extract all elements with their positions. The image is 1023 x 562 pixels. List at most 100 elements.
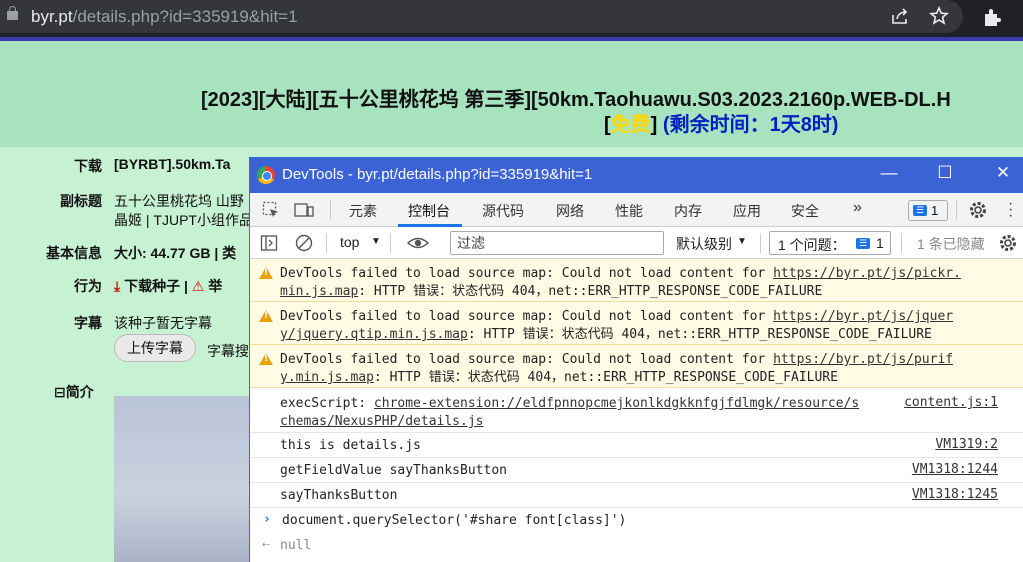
devtools-titlebar[interactable]: DevTools - byr.pt/details.php?id=335919&… xyxy=(250,157,1023,193)
size-info: 大小: 44.77 GB | 类 xyxy=(114,245,237,261)
action-separator: | xyxy=(183,278,188,294)
warning-text: DevTools failed to load source map: Coul… xyxy=(280,266,774,281)
info-label: 基本信息 xyxy=(46,245,102,261)
toolbar-separator xyxy=(326,233,327,253)
device-toolbar-icon[interactable] xyxy=(294,201,314,224)
extension-icon[interactable] xyxy=(981,6,1003,33)
more-tabs-icon[interactable]: » xyxy=(853,199,862,217)
lock-icon[interactable] xyxy=(7,6,18,20)
source-location-link[interactable]: content.js:1 xyxy=(904,395,998,410)
extension-resource-link[interactable]: chrome-extension://eldfpnnopcmejkonlkdgk… xyxy=(374,396,859,411)
action-links: ⤓ 下载种子 | ⚠ 举 xyxy=(114,276,222,296)
collapse-icon[interactable]: ⊟ xyxy=(54,384,66,400)
subtitle-line-1: 五十公里桃花坞 山野 xyxy=(114,193,244,209)
page-header: [2023][大陆][五十公里桃花坞 第三季][50km.Taohuawu.S0… xyxy=(0,41,1023,147)
console-log: getFieldValue sayThanksButton VM1318:124… xyxy=(250,458,1023,483)
prompt-chevron-icon: › xyxy=(263,512,271,527)
log-text: getFieldValue sayThanksButton xyxy=(280,463,507,478)
issues-badge[interactable]: ☰ 1 xyxy=(908,200,948,221)
subtitle-label: 副标题 xyxy=(60,193,102,209)
eye-icon[interactable] xyxy=(406,233,430,258)
clear-console-icon[interactable] xyxy=(295,234,313,257)
free-bracket-close: ] xyxy=(650,114,658,136)
source-map-link[interactable]: https://byr.pt/js/pickr. xyxy=(773,266,961,281)
maximize-button[interactable]: ☐ xyxy=(930,163,960,183)
minimize-button[interactable]: — xyxy=(874,163,904,183)
console-settings-icon[interactable] xyxy=(998,233,1018,258)
source-map-link[interactable]: y.min.js.map xyxy=(280,370,374,385)
console-log: execScript: chrome-extension://eldfpnnop… xyxy=(250,388,1023,433)
chevron-down-icon[interactable]: ▼ xyxy=(737,236,747,247)
free-badge: 免费 xyxy=(610,114,651,136)
warning-icon xyxy=(259,267,273,279)
tab-application[interactable]: 应用 xyxy=(733,201,761,221)
message-icon: ☰ xyxy=(856,238,870,249)
console-warning: DevTools failed to load source map: Coul… xyxy=(250,345,1023,388)
tab-memory[interactable]: 内存 xyxy=(674,201,702,221)
chevron-down-icon[interactable]: ▼ xyxy=(371,236,381,247)
inspect-element-icon[interactable] xyxy=(262,201,280,224)
share-icon[interactable] xyxy=(890,6,910,31)
context-selector[interactable]: top xyxy=(340,234,359,250)
tab-console[interactable]: 控制台 xyxy=(408,201,450,221)
subtitle-line-2: 晶姬 | TJUPT小组作品 xyxy=(114,212,253,228)
url-field[interactable]: byr.pt/details.php?id=335919&hit=1 xyxy=(0,0,963,33)
upload-subtitle-button[interactable]: 上传字幕 xyxy=(114,334,196,362)
poster-image xyxy=(114,396,254,562)
filter-input[interactable]: 过滤 xyxy=(450,231,664,255)
log-text: execScript: xyxy=(280,396,374,411)
hidden-count: 1 条已隐藏 xyxy=(917,236,985,252)
source-location-link[interactable]: VM1319:2 xyxy=(935,437,998,452)
tab-sources[interactable]: 源代码 xyxy=(482,201,524,221)
source-map-link[interactable]: min.js.map xyxy=(280,284,358,299)
console-result: null xyxy=(280,538,312,553)
url-text[interactable]: byr.pt/details.php?id=335919&hit=1 xyxy=(31,7,298,27)
devtools-window: DevTools - byr.pt/details.php?id=335919&… xyxy=(249,157,1023,562)
close-button[interactable]: ✕ xyxy=(988,163,1018,183)
subtitle-search-link[interactable]: 字幕搜 xyxy=(207,341,249,361)
console-toolbar: top ▼ 过滤 默认级别 ▼ 1 个问题： ☰ 1 1 条已隐藏 xyxy=(250,227,1023,259)
download-label: 下载 xyxy=(74,158,102,174)
tab-security[interactable]: 安全 xyxy=(791,201,819,221)
download-torrent-icon[interactable]: ⤓ xyxy=(114,278,120,294)
tab-performance[interactable]: 性能 xyxy=(615,201,643,221)
issues-count: 1 xyxy=(876,235,884,251)
toolbar-separator xyxy=(956,200,957,220)
console-log: sayThanksButton VM1318:1245 xyxy=(250,483,1023,508)
settings-gear-icon[interactable] xyxy=(968,200,988,225)
tab-network[interactable]: 网络 xyxy=(556,201,584,221)
download-link[interactable]: [BYRBT].50km.Ta xyxy=(114,156,230,172)
log-level-dropdown[interactable]: 默认级别 xyxy=(676,234,732,254)
source-location-link[interactable]: VM1318:1244 xyxy=(912,462,998,477)
intro-header[interactable]: ⊟简介 xyxy=(54,382,94,402)
download-torrent-link[interactable]: 下载种子 xyxy=(124,278,180,294)
issues-button[interactable]: 1 个问题： ☰ 1 xyxy=(769,231,891,255)
star-icon[interactable] xyxy=(928,6,950,31)
subs-status: 该种子暂无字幕 xyxy=(114,315,212,331)
result-arrow-icon: ⇠ xyxy=(262,537,270,552)
report-link[interactable]: 举 xyxy=(208,278,222,294)
toolbar-separator xyxy=(760,233,761,253)
source-map-link[interactable]: https://byr.pt/js/purif xyxy=(773,352,953,367)
sidebar-toggle-icon[interactable] xyxy=(260,234,278,257)
source-map-link[interactable]: y/jquery.qtip.min.js.map xyxy=(280,327,468,342)
report-icon[interactable]: ⚠ xyxy=(192,278,205,294)
warning-text: : HTTP 错误：状态代码 404，net::ERR_HTTP_RESPONS… xyxy=(358,284,823,299)
warning-text: : HTTP 错误：状态代码 404，net::ERR_HTTP_RESPONS… xyxy=(373,370,838,385)
source-location-link[interactable]: VM1318:1245 xyxy=(912,487,998,502)
more-options-icon[interactable]: · · · xyxy=(1008,196,1013,224)
warning-text: : HTTP 错误：状态代码 404，net::ERR_HTTP_RESPONS… xyxy=(467,327,932,342)
source-map-link[interactable]: https://byr.pt/js/jquer xyxy=(773,309,953,324)
issues-label: 1 个问题： xyxy=(778,237,846,253)
warning-text: DevTools failed to load source map: Coul… xyxy=(280,309,774,324)
warning-icon xyxy=(259,353,273,365)
console-input-row[interactable]: › document.querySelector('#share font[cl… xyxy=(250,508,1023,533)
subs-label: 字幕 xyxy=(74,315,102,331)
devtools-tabbar: 元素 控制台 源代码 网络 性能 内存 应用 安全 » ☰ 1 · · · xyxy=(250,193,1023,227)
console-input[interactable]: document.querySelector('#share font[clas… xyxy=(282,512,626,530)
promotion-line: [免费] (剩余时间：1天8时) xyxy=(604,108,838,137)
console-warning: DevTools failed to load source map: Coul… xyxy=(250,259,1023,302)
toolbar-separator xyxy=(390,233,391,253)
extension-resource-link[interactable]: chemas/NexusPHP/details.js xyxy=(280,414,484,429)
tab-elements[interactable]: 元素 xyxy=(349,201,377,221)
